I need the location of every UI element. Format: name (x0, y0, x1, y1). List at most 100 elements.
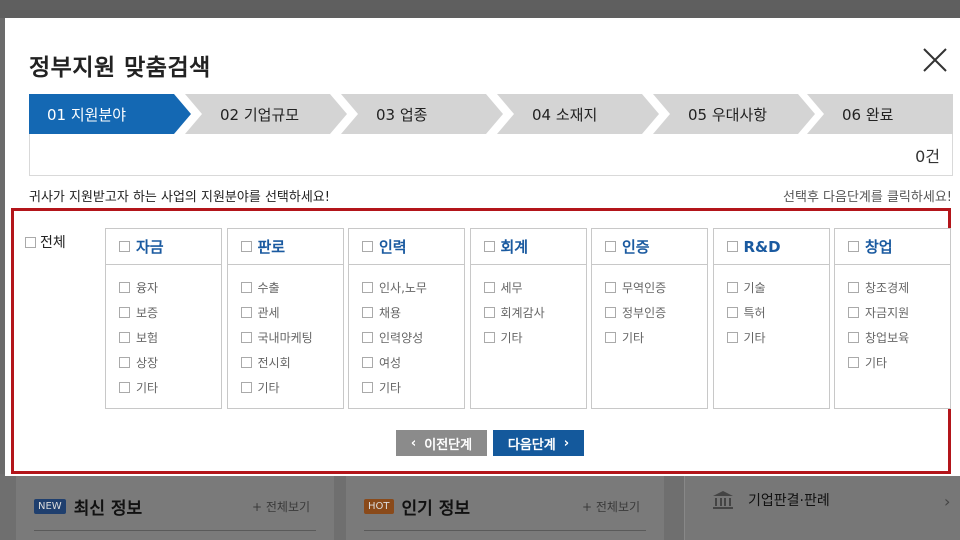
category-header[interactable]: 회계 (470, 229, 586, 265)
category-option[interactable]: 창업보육 (848, 325, 950, 350)
category-option[interactable]: 회계감사 (483, 300, 586, 325)
step-3[interactable]: 03 업종 (341, 94, 503, 134)
checkbox[interactable] (362, 382, 373, 393)
category-header[interactable]: 창업 (835, 229, 950, 265)
side-menu-label: 기업판결·판례 (748, 493, 830, 509)
checkbox[interactable] (605, 307, 616, 318)
step-6[interactable]: 06 완료 (807, 94, 953, 134)
checkbox[interactable] (240, 332, 252, 343)
checkbox[interactable] (362, 282, 373, 293)
category-items: 무역인증 정부인증 기타 (592, 265, 707, 350)
checkbox[interactable] (605, 332, 616, 343)
category-option[interactable]: 전시회 (240, 350, 343, 375)
checkbox[interactable] (119, 357, 130, 368)
category-option[interactable]: 여성 (362, 350, 464, 375)
step-1[interactable]: 01 지원분야 (29, 94, 191, 134)
option-label: 기타 (257, 381, 280, 395)
category-option[interactable]: 기타 (848, 350, 950, 375)
category-option[interactable]: 채용 (362, 300, 464, 325)
category-option[interactable]: 기타 (726, 325, 829, 350)
checkbox[interactable] (848, 332, 859, 343)
checkbox[interactable] (240, 282, 252, 293)
checkbox[interactable] (119, 332, 130, 343)
checkbox[interactable] (119, 241, 130, 252)
checkbox[interactable] (25, 236, 36, 248)
option-label: 관세 (257, 306, 280, 320)
category-option[interactable]: 상장 (119, 350, 221, 375)
checkbox[interactable] (483, 241, 495, 252)
checkbox[interactable] (240, 241, 252, 252)
category-option[interactable]: 기타 (119, 375, 221, 400)
checkbox[interactable] (726, 241, 738, 252)
category-option[interactable]: 보험 (119, 325, 221, 350)
chevron-right-icon[interactable]: › (944, 492, 950, 511)
category-option[interactable]: 인력양성 (362, 325, 464, 350)
category-option[interactable]: 특허 (726, 300, 829, 325)
checkbox[interactable] (483, 332, 495, 343)
category-option[interactable]: 정부인증 (605, 300, 707, 325)
side-menu-item[interactable]: 기업판결·판례 (712, 490, 830, 510)
category-header[interactable]: 인력 (349, 229, 464, 265)
checkbox[interactable] (848, 282, 859, 293)
category-option[interactable]: 관세 (240, 300, 343, 325)
category-option[interactable]: 무역인증 (605, 275, 707, 300)
instruction-text: 귀사가 지원받고자 하는 사업의 지원분야를 선택하세요! (29, 190, 330, 205)
category-option[interactable]: 수출 (240, 275, 343, 300)
checkbox[interactable] (362, 241, 373, 252)
prev-step-button[interactable]: ‹ 이전단계 (396, 430, 487, 456)
category-option[interactable]: 국내마케팅 (240, 325, 343, 350)
checkbox[interactable] (726, 332, 738, 343)
checkbox[interactable] (483, 307, 495, 318)
close-button[interactable] (921, 46, 949, 74)
modal-title: 정부지원 맞춤검색 (29, 55, 211, 81)
category-header[interactable]: 인증 (592, 229, 707, 265)
category-option[interactable]: 융자 (119, 275, 221, 300)
checkbox[interactable] (119, 282, 130, 293)
checkbox[interactable] (605, 241, 616, 252)
checkbox[interactable] (362, 357, 373, 368)
checkbox[interactable] (240, 307, 252, 318)
hint-text: 선택후 다음단계를 클릭하세요! (783, 190, 952, 205)
checkbox[interactable] (119, 307, 130, 318)
step-4[interactable]: 04 소재지 (497, 94, 659, 134)
category-option[interactable]: 기술 (726, 275, 829, 300)
checkbox[interactable] (726, 307, 738, 318)
category-option[interactable]: 기타 (483, 325, 586, 350)
checkbox[interactable] (240, 382, 252, 393)
select-all-checkbox[interactable]: 전체 (25, 232, 66, 252)
checkbox[interactable] (119, 382, 130, 393)
category-title: 인력 (379, 238, 407, 256)
category-option[interactable]: 보증 (119, 300, 221, 325)
next-step-label: 다음단계 (507, 437, 556, 453)
category-option[interactable]: 인사,노무 (362, 275, 464, 300)
checkbox[interactable] (848, 307, 859, 318)
category-items: 세무 회계감사 기타 (471, 265, 586, 350)
hot-badge: HOT (364, 499, 394, 514)
checkbox[interactable] (362, 307, 373, 318)
checkbox[interactable] (362, 332, 373, 343)
category-option[interactable]: 자금지원 (848, 300, 950, 325)
checkbox[interactable] (726, 282, 738, 293)
category-title: R&D (743, 237, 781, 256)
next-step-button[interactable]: 다음단계 › (493, 430, 584, 456)
new-badge: NEW (34, 499, 66, 514)
category-header[interactable]: 자금 (106, 229, 221, 265)
category-option[interactable]: 세무 (483, 275, 586, 300)
category-option[interactable]: 기타 (605, 325, 707, 350)
checkbox[interactable] (240, 357, 252, 368)
result-count: 0건 (915, 147, 940, 166)
option-label: 기타 (743, 331, 766, 345)
step-5[interactable]: 05 우대사항 (653, 94, 815, 134)
category-header[interactable]: 판로 (227, 229, 343, 265)
checkbox[interactable] (483, 282, 495, 293)
popular-view-all-link[interactable]: + 전체보기 (582, 498, 640, 515)
category-header[interactable]: R&D (713, 229, 829, 265)
step-2[interactable]: 02 기업규모 (185, 94, 347, 134)
checkbox[interactable] (605, 282, 616, 293)
category-option[interactable]: 기타 (362, 375, 464, 400)
category-option[interactable]: 기타 (240, 375, 343, 400)
latest-view-all-link[interactable]: + 전체보기 (252, 498, 310, 515)
category-option[interactable]: 창조경제 (848, 275, 950, 300)
checkbox[interactable] (848, 357, 859, 368)
checkbox[interactable] (848, 241, 859, 252)
